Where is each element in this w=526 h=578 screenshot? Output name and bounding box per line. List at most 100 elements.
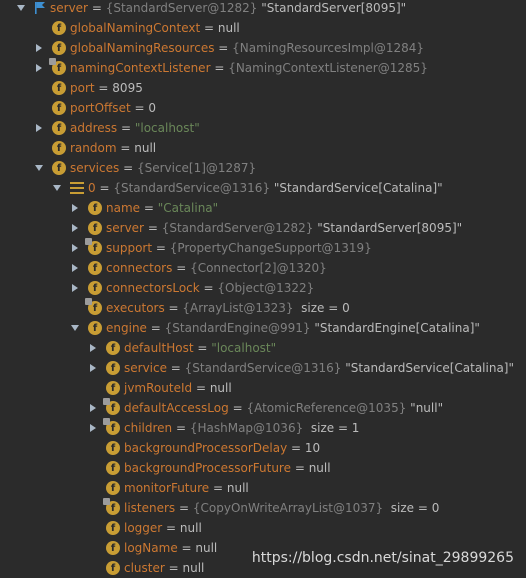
tree-row-defaultAccessLog[interactable]: f defaultAccessLog = {AtomicReference@10… [0, 398, 526, 418]
field-icon: f [52, 81, 66, 95]
field-value: {Connector[2]@1320} [190, 261, 327, 275]
field-name: listeners [124, 501, 176, 515]
collapse-arrow-icon[interactable] [70, 323, 80, 333]
field-value: {ArrayList@1323} [182, 301, 294, 315]
field-extra: "StandardEngine[Catalina]" [314, 321, 480, 335]
field-name: name [106, 201, 141, 215]
tree-row-0[interactable]: 0 = {StandardService@1316} "StandardServ… [0, 178, 526, 198]
field-name: namingContextListener [70, 61, 211, 75]
field-value: null [195, 541, 218, 555]
field-name: globalNamingResources [70, 41, 215, 55]
field-extra: size = 1 [310, 421, 360, 435]
expand-arrow-icon[interactable] [70, 283, 80, 293]
expand-arrow-icon[interactable] [34, 63, 44, 73]
field-extra: "StandardService[Catalina]" [345, 361, 515, 375]
field-value: {NamingResourcesImpl@1284} [232, 41, 425, 55]
tree-row-engine[interactable]: f engine = {StandardEngine@991} "Standar… [0, 318, 526, 338]
tree-row-backgroundProcessorFuture[interactable]: f backgroundProcessorFuture = null [0, 458, 526, 478]
field-name: jvmRouteId [124, 381, 193, 395]
tree-row-service[interactable]: f service = {StandardService@1316} "Stan… [0, 358, 526, 378]
tree-row-server-child[interactable]: f server = {StandardServer@1282} "Standa… [0, 218, 526, 238]
field-value: null [182, 561, 205, 575]
field-value: {Service[1]@1287} [136, 161, 257, 175]
lock-icon [85, 238, 92, 245]
tree-row-support[interactable]: f support = {PropertyChangeSupport@1319} [0, 238, 526, 258]
field-icon: f [106, 481, 120, 495]
tree-row-address[interactable]: f address = "localhost" [0, 118, 526, 138]
field-value: {PropertyChangeSupport@1319} [169, 241, 372, 255]
field-value: null [134, 141, 157, 155]
field-icon: f [103, 418, 120, 435]
field-icon: f [88, 201, 102, 215]
field-icon: f [106, 441, 120, 455]
tree-row-globalNamingResources[interactable]: f globalNamingResources = {NamingResourc… [0, 38, 526, 58]
tree-row-namingContextListener[interactable]: f namingContextListener = {NamingContext… [0, 58, 526, 78]
field-icon: f [106, 541, 120, 555]
field-icon: f [103, 398, 120, 415]
tree-row-server[interactable]: server = {StandardServer@1282} "Standard… [0, 0, 526, 18]
field-value: "localhost" [211, 341, 277, 355]
field-icon: f [106, 361, 120, 375]
field-value: {Object@1322} [217, 281, 315, 295]
collapse-arrow-icon[interactable] [34, 163, 44, 173]
collapse-arrow-icon[interactable] [16, 3, 26, 13]
tree-row-random[interactable]: f random = null [0, 138, 526, 158]
tree-row-logger[interactable]: f logger = null [0, 518, 526, 538]
field-value: {AtomicReference@1035} [246, 401, 407, 415]
expand-arrow-icon[interactable] [34, 123, 44, 133]
field-icon: f [106, 521, 120, 535]
expand-arrow-icon[interactable] [88, 343, 98, 353]
tree-row-portOffset[interactable]: f portOffset = 0 [0, 98, 526, 118]
expand-arrow-icon[interactable] [70, 223, 80, 233]
field-value: null [217, 21, 240, 35]
field-value: null [226, 481, 249, 495]
field-name: address [70, 121, 118, 135]
list-icon [70, 182, 84, 194]
field-name: connectors [106, 261, 173, 275]
field-icon: f [52, 121, 66, 135]
tree-row-monitorFuture[interactable]: f monitorFuture = null [0, 478, 526, 498]
collapse-arrow-icon[interactable] [52, 183, 62, 193]
expand-arrow-icon[interactable] [70, 243, 80, 253]
tree-row-defaultHost[interactable]: f defaultHost = "localhost" [0, 338, 526, 358]
tree-row-listeners[interactable]: f listeners = {CopyOnWriteArrayList@1037… [0, 498, 526, 518]
field-value: {StandardService@1316} [184, 361, 342, 375]
field-extra: "null" [410, 401, 444, 415]
tree-row-children[interactable]: f children = {HashMap@1036} size = 1 [0, 418, 526, 438]
field-icon: f [85, 238, 102, 255]
field-name: logger [124, 521, 163, 535]
tree-row-connectors[interactable]: f connectors = {Connector[2]@1320} [0, 258, 526, 278]
expand-arrow-icon[interactable] [88, 363, 98, 373]
field-value: {StandardServer@1282} [161, 221, 314, 235]
expand-arrow-icon[interactable] [34, 43, 44, 53]
tree-row-services[interactable]: f services = {Service[1]@1287} [0, 158, 526, 178]
field-value: {HashMap@1036} [189, 421, 304, 435]
tree-row-name[interactable]: f name = "Catalina" [0, 198, 526, 218]
field-name: server [106, 221, 144, 235]
field-value: {StandardService@1316} [113, 181, 271, 195]
tree-row-jvmRouteId[interactable]: f jvmRouteId = null [0, 378, 526, 398]
tree-row-globalNamingContext[interactable]: f globalNamingContext = null [0, 18, 526, 38]
field-extra: "StandardServer[8095]" [261, 1, 407, 15]
field-name: random [70, 141, 117, 155]
field-value: null [179, 521, 202, 535]
tree-row-connectorsLock[interactable]: f connectorsLock = {Object@1322} [0, 278, 526, 298]
field-value: 10 [304, 441, 321, 455]
tree-row-port[interactable]: f port = 8095 [0, 78, 526, 98]
field-name: portOffset [70, 101, 131, 115]
field-extra: size = 0 [301, 301, 350, 315]
expand-arrow-icon[interactable] [70, 263, 80, 273]
expand-arrow-icon[interactable] [88, 423, 98, 433]
field-name: cluster [124, 561, 165, 575]
field-icon: f [106, 341, 120, 355]
expand-arrow-icon[interactable] [70, 203, 80, 213]
field-value: {CopyOnWriteArrayList@1037} [192, 501, 384, 515]
tree-row-backgroundProcessorDelay[interactable]: f backgroundProcessorDelay = 10 [0, 438, 526, 458]
expand-arrow-icon[interactable] [88, 403, 98, 413]
field-extra: "StandardService[Catalina]" [273, 181, 443, 195]
tree-row-executors[interactable]: f executors = {ArrayList@1323} size = 0 [0, 298, 526, 318]
field-name: 0 [88, 181, 96, 195]
lock-icon [49, 58, 56, 65]
field-icon: f [49, 58, 66, 75]
field-icon: f [88, 321, 102, 335]
